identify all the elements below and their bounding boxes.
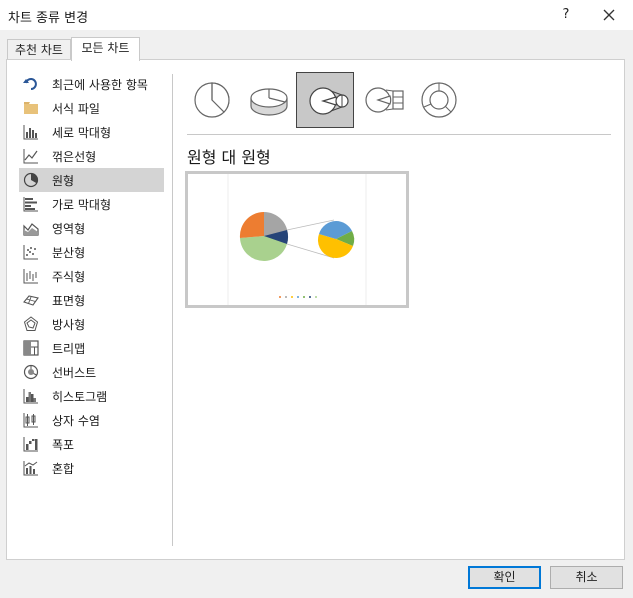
sidebar-item-bar[interactable]: 가로 막대형 <box>19 192 164 216</box>
waterfall-icon <box>23 437 38 452</box>
area-chart-icon <box>23 223 39 236</box>
sidebar-item-label: 최근에 사용한 항목 <box>52 78 148 92</box>
tab-all-charts[interactable]: 모든 차트 <box>71 37 140 61</box>
help-button[interactable]: ? <box>556 4 576 26</box>
combo-chart-icon <box>23 461 38 476</box>
horizontal-divider <box>187 134 611 135</box>
scatter-chart-icon <box>23 245 38 260</box>
pie-slice <box>239 211 264 238</box>
sidebar-item-box-whisker[interactable]: 상자 수염 <box>19 408 164 432</box>
dialog-title: 차트 종류 변경 <box>8 11 89 26</box>
sidebar-item-label: 트리맵 <box>52 342 86 356</box>
sidebar-item-radar[interactable]: 방사형 <box>19 312 164 336</box>
surface-chart-icon <box>23 295 39 306</box>
ok-button[interactable]: 확인 <box>468 566 541 589</box>
tab-recommended-charts[interactable]: 추천 차트 <box>7 39 71 60</box>
chart-type-list: 최근에 사용한 항목 서식 파일 세로 막대형 꺾은선형 원형 가로 막대형 영… <box>19 72 164 480</box>
box-whisker-icon <box>23 413 38 428</box>
sidebar-item-label: 선버스트 <box>52 366 97 380</box>
close-icon <box>603 9 615 21</box>
sidebar-item-scatter[interactable]: 분산형 <box>19 240 164 264</box>
sidebar-item-label: 영역형 <box>52 222 86 236</box>
sidebar-item-label: 상자 수염 <box>52 414 100 428</box>
sidebar-item-label: 세로 막대형 <box>52 126 112 140</box>
pie-chart-icon <box>23 172 39 188</box>
sidebar-item-pie[interactable]: 원형 <box>19 168 164 192</box>
sidebar-item-treemap[interactable]: 트리맵 <box>19 336 164 360</box>
subtype-doughnut[interactable] <box>410 72 468 128</box>
chart-preview[interactable] <box>185 171 409 308</box>
sidebar-item-label: 원형 <box>52 174 75 188</box>
sidebar-item-stock[interactable]: 주식형 <box>19 264 164 288</box>
sidebar-item-surface[interactable]: 표면형 <box>19 288 164 312</box>
subtype-bar-of-pie[interactable] <box>353 72 411 128</box>
pie-of-pie-preview <box>227 174 367 305</box>
sidebar-item-label: 히스토그램 <box>52 390 108 404</box>
sidebar-item-histogram[interactable]: 히스토그램 <box>19 384 164 408</box>
undo-icon <box>23 78 37 90</box>
doughnut-icon <box>421 82 457 118</box>
legend <box>279 296 317 298</box>
folder-icon <box>24 102 38 114</box>
sidebar-item-line[interactable]: 꺾은선형 <box>19 144 164 168</box>
sidebar-item-area[interactable]: 영역형 <box>19 216 164 240</box>
subtype-pie-of-pie[interactable] <box>296 72 354 128</box>
pie-icon <box>194 82 230 118</box>
sidebar-item-sunburst[interactable]: 선버스트 <box>19 360 164 384</box>
3d-pie-icon <box>250 88 288 116</box>
sidebar-item-label: 표면형 <box>52 294 86 308</box>
treemap-icon <box>23 340 39 356</box>
sidebar-item-templates[interactable]: 서식 파일 <box>19 96 164 120</box>
cancel-button[interactable]: 취소 <box>550 566 623 589</box>
bar-chart-icon <box>23 197 38 212</box>
sidebar-item-recent[interactable]: 최근에 사용한 항목 <box>19 72 164 96</box>
column-chart-icon <box>23 125 38 140</box>
sidebar-item-waterfall[interactable]: 폭포 <box>19 432 164 456</box>
sidebar-item-label: 방사형 <box>52 318 86 332</box>
stock-chart-icon <box>23 269 38 284</box>
subtype-3d-pie[interactable] <box>239 72 297 128</box>
preview-title: 원형 대 원형 <box>187 148 271 167</box>
sunburst-icon <box>23 364 39 380</box>
sidebar-item-label: 서식 파일 <box>52 102 100 116</box>
sidebar-item-label: 혼합 <box>52 462 75 476</box>
subtype-pie[interactable] <box>183 72 241 128</box>
sidebar-item-label: 주식형 <box>52 270 86 284</box>
radar-chart-icon <box>23 316 39 331</box>
sidebar-item-label: 꺾은선형 <box>52 150 97 164</box>
sidebar-item-column[interactable]: 세로 막대형 <box>19 120 164 144</box>
pie-of-pie-icon <box>309 87 349 115</box>
bar-of-pie-icon <box>365 87 404 113</box>
line-chart-icon <box>23 149 38 164</box>
title-bar: 차트 종류 변경 ? <box>0 0 633 30</box>
sidebar-item-combo[interactable]: 혼합 <box>19 456 164 480</box>
histogram-icon <box>23 389 38 404</box>
sidebar-item-label: 가로 막대형 <box>52 198 112 212</box>
close-button[interactable] <box>598 4 620 26</box>
tab-panel: 최근에 사용한 항목 서식 파일 세로 막대형 꺾은선형 원형 가로 막대형 영… <box>6 59 625 560</box>
sidebar-item-label: 폭포 <box>52 438 75 452</box>
sidebar-item-label: 분산형 <box>52 246 86 260</box>
vertical-divider <box>172 74 173 546</box>
